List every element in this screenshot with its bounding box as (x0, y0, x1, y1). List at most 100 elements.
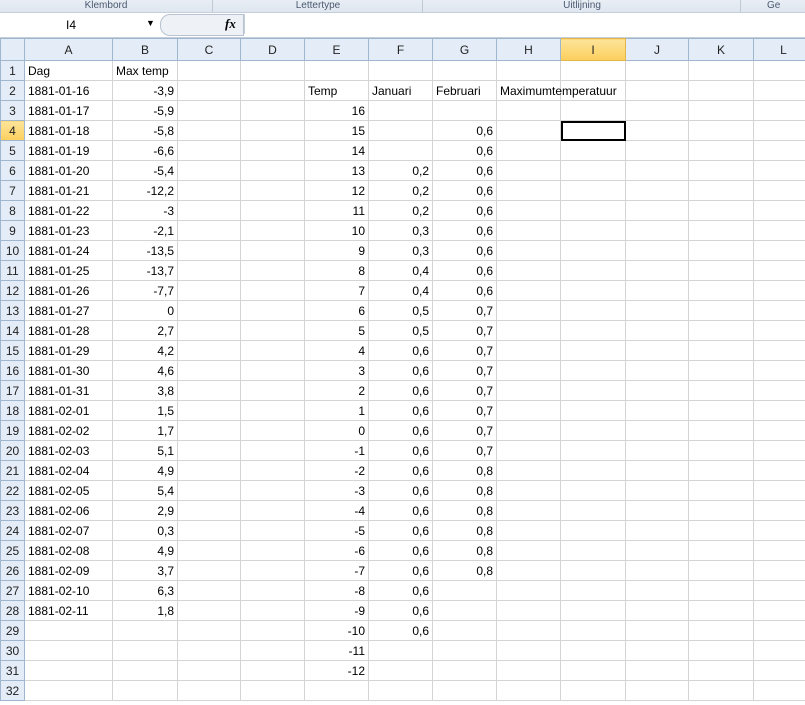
cell-D11[interactable] (240, 260, 305, 281)
cell-J19[interactable] (625, 420, 689, 441)
cell-D2[interactable] (240, 80, 305, 101)
select-all-corner[interactable] (0, 38, 25, 61)
cell-A9[interactable]: 1881-01-23 (24, 220, 113, 241)
cell-K23[interactable] (688, 500, 754, 521)
cell-F21[interactable]: 0,6 (368, 460, 433, 481)
cell-D27[interactable] (240, 580, 305, 601)
cell-H16[interactable] (496, 360, 561, 381)
cell-E6[interactable]: 13 (304, 160, 369, 181)
cell-F8[interactable]: 0,2 (368, 200, 433, 221)
cell-C1[interactable] (177, 60, 241, 81)
cell-H25[interactable] (496, 540, 561, 561)
cell-H8[interactable] (496, 200, 561, 221)
cell-F3[interactable] (368, 100, 433, 121)
row-header-31[interactable]: 31 (0, 660, 25, 681)
cell-B2[interactable]: -3,9 (112, 80, 178, 101)
cell-D22[interactable] (240, 480, 305, 501)
cell-D20[interactable] (240, 440, 305, 461)
cell-G21[interactable]: 0,8 (432, 460, 497, 481)
cell-G1[interactable] (432, 60, 497, 81)
cell-J6[interactable] (625, 160, 689, 181)
cell-K22[interactable] (688, 480, 754, 501)
cell-G7[interactable]: 0,6 (432, 180, 497, 201)
row-header-17[interactable]: 17 (0, 380, 25, 401)
cell-B15[interactable]: 4,2 (112, 340, 178, 361)
cell-H31[interactable] (496, 660, 561, 681)
cell-J17[interactable] (625, 380, 689, 401)
cell-H18[interactable] (496, 400, 561, 421)
cell-H5[interactable] (496, 140, 561, 161)
cell-G10[interactable]: 0,6 (432, 240, 497, 261)
row-header-13[interactable]: 13 (0, 300, 25, 321)
cell-E17[interactable]: 2 (304, 380, 369, 401)
cell-E2[interactable]: Temp (304, 80, 369, 101)
cell-L26[interactable] (753, 560, 805, 581)
cell-C32[interactable] (177, 680, 241, 701)
cell-A17[interactable]: 1881-01-31 (24, 380, 113, 401)
cell-G26[interactable]: 0,8 (432, 560, 497, 581)
cell-A29[interactable] (24, 620, 113, 641)
cell-H14[interactable] (496, 320, 561, 341)
cell-L7[interactable] (753, 180, 805, 201)
column-header-K[interactable]: K (688, 38, 754, 61)
cell-G18[interactable]: 0,7 (432, 400, 497, 421)
cell-D28[interactable] (240, 600, 305, 621)
cell-L13[interactable] (753, 300, 805, 321)
cell-D8[interactable] (240, 200, 305, 221)
cell-J15[interactable] (625, 340, 689, 361)
cell-C26[interactable] (177, 560, 241, 581)
cell-F13[interactable]: 0,5 (368, 300, 433, 321)
row-header-28[interactable]: 28 (0, 600, 25, 621)
row-header-16[interactable]: 16 (0, 360, 25, 381)
row-header-18[interactable]: 18 (0, 400, 25, 421)
cell-D5[interactable] (240, 140, 305, 161)
column-header-J[interactable]: J (625, 38, 689, 61)
cell-H4[interactable] (496, 120, 561, 141)
cell-F18[interactable]: 0,6 (368, 400, 433, 421)
cell-K5[interactable] (688, 140, 754, 161)
cell-I23[interactable] (560, 500, 626, 521)
cell-B30[interactable] (112, 640, 178, 661)
cell-B26[interactable]: 3,7 (112, 560, 178, 581)
cell-C25[interactable] (177, 540, 241, 561)
cell-I7[interactable] (560, 180, 626, 201)
cell-D14[interactable] (240, 320, 305, 341)
cell-D3[interactable] (240, 100, 305, 121)
cell-J18[interactable] (625, 400, 689, 421)
column-header-F[interactable]: F (368, 38, 433, 61)
cell-B24[interactable]: 0,3 (112, 520, 178, 541)
cell-B31[interactable] (112, 660, 178, 681)
cell-B18[interactable]: 1,5 (112, 400, 178, 421)
cell-D7[interactable] (240, 180, 305, 201)
cell-C6[interactable] (177, 160, 241, 181)
cell-G14[interactable]: 0,7 (432, 320, 497, 341)
row-header-14[interactable]: 14 (0, 320, 25, 341)
cell-H6[interactable] (496, 160, 561, 181)
cell-I31[interactable] (560, 660, 626, 681)
cell-C23[interactable] (177, 500, 241, 521)
column-header-H[interactable]: H (496, 38, 561, 61)
cell-D6[interactable] (240, 160, 305, 181)
cell-E4[interactable]: 15 (304, 120, 369, 141)
cell-H29[interactable] (496, 620, 561, 641)
cell-G25[interactable]: 0,8 (432, 540, 497, 561)
cell-K3[interactable] (688, 100, 754, 121)
cell-L12[interactable] (753, 280, 805, 301)
cell-H17[interactable] (496, 380, 561, 401)
cell-D30[interactable] (240, 640, 305, 661)
cell-D12[interactable] (240, 280, 305, 301)
cell-L8[interactable] (753, 200, 805, 221)
cell-A8[interactable]: 1881-01-22 (24, 200, 113, 221)
cell-A18[interactable]: 1881-02-01 (24, 400, 113, 421)
cell-I17[interactable] (560, 380, 626, 401)
cell-I8[interactable] (560, 200, 626, 221)
cell-L5[interactable] (753, 140, 805, 161)
cell-I29[interactable] (560, 620, 626, 641)
cell-H27[interactable] (496, 580, 561, 601)
cell-G22[interactable]: 0,8 (432, 480, 497, 501)
cell-H28[interactable] (496, 600, 561, 621)
cell-I30[interactable] (560, 640, 626, 661)
cell-C13[interactable] (177, 300, 241, 321)
cell-G23[interactable]: 0,8 (432, 500, 497, 521)
cell-K1[interactable] (688, 60, 754, 81)
